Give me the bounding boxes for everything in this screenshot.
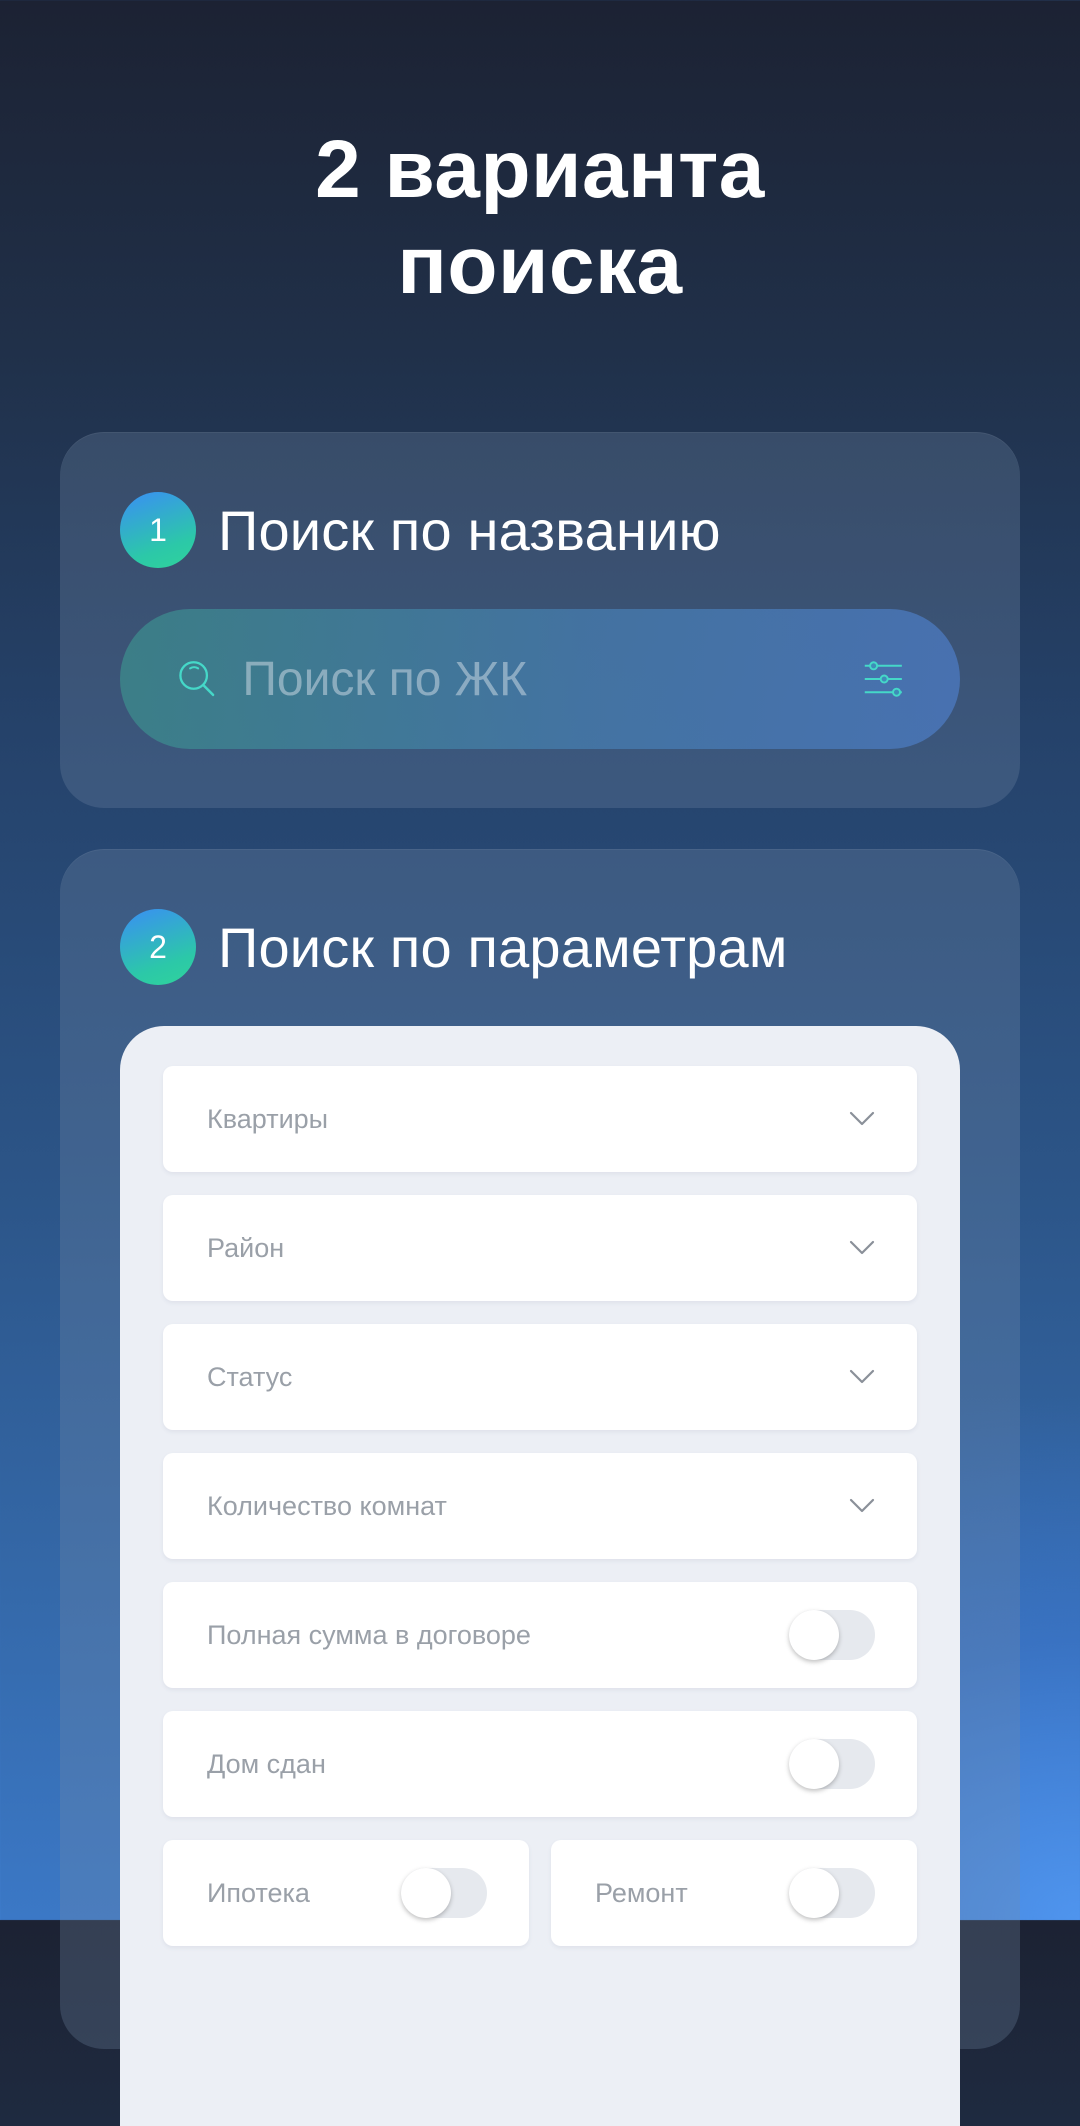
param-search-card: 2 Поиск по параметрам Квартиры Район Ста… — [60, 849, 1020, 2126]
name-search-card: 1 Поиск по названию — [60, 432, 1020, 808]
dropdown-label: Статус — [207, 1361, 293, 1392]
toggle-knob — [789, 1739, 839, 1789]
rooms-dropdown[interactable]: Количество комнат — [163, 1453, 917, 1559]
step-badge-1: 1 — [120, 492, 196, 568]
filter-sliders-icon[interactable] — [863, 656, 904, 702]
full-amount-toggle-row: Полная сумма в договоре — [163, 1582, 917, 1688]
search-bar[interactable] — [120, 609, 960, 749]
chevron-down-icon — [849, 1369, 875, 1384]
toggle-label: Ремонт — [595, 1877, 688, 1908]
chevron-down-icon — [849, 1498, 875, 1513]
name-search-title: Поиск по названию — [218, 498, 721, 562]
page-title: 2 варианта поиска — [0, 122, 1080, 314]
filter-form-panel: Квартиры Район Статус Количество комнат — [120, 1026, 960, 2126]
search-input[interactable] — [242, 651, 864, 707]
param-search-header: 2 Поиск по параметрам — [120, 909, 788, 985]
house-ready-toggle-row: Дом сдан — [163, 1711, 917, 1817]
toggle-label: Полная сумма в договоре — [207, 1619, 531, 1650]
mortgage-toggle[interactable] — [401, 1868, 487, 1918]
apartments-dropdown[interactable]: Квартиры — [163, 1066, 917, 1172]
toggle-knob — [789, 1868, 839, 1918]
page-title-line-2: поиска — [397, 220, 683, 311]
dropdown-label: Количество комнат — [207, 1490, 447, 1521]
toggle-label: Дом сдан — [207, 1748, 326, 1779]
page-title-line-1: 2 варианта — [315, 124, 765, 215]
renovation-toggle[interactable] — [789, 1868, 875, 1918]
full-amount-toggle[interactable] — [789, 1610, 875, 1660]
dropdown-label: Район — [207, 1232, 285, 1263]
chevron-down-icon — [849, 1240, 875, 1255]
name-search-header: 1 Поиск по названию — [120, 492, 721, 568]
renovation-toggle-row: Ремонт — [551, 1840, 917, 1946]
dropdown-label: Квартиры — [207, 1103, 329, 1134]
toggle-knob — [401, 1868, 451, 1918]
search-icon — [179, 661, 215, 697]
chevron-down-icon — [849, 1111, 875, 1126]
house-ready-toggle[interactable] — [789, 1739, 875, 1789]
mortgage-toggle-row: Ипотека — [163, 1840, 529, 1946]
toggle-label: Ипотека — [207, 1877, 310, 1908]
toggle-knob — [789, 1610, 839, 1660]
district-dropdown[interactable]: Район — [163, 1195, 917, 1301]
step-badge-2: 2 — [120, 909, 196, 985]
param-search-title: Поиск по параметрам — [218, 915, 788, 979]
status-dropdown[interactable]: Статус — [163, 1324, 917, 1430]
